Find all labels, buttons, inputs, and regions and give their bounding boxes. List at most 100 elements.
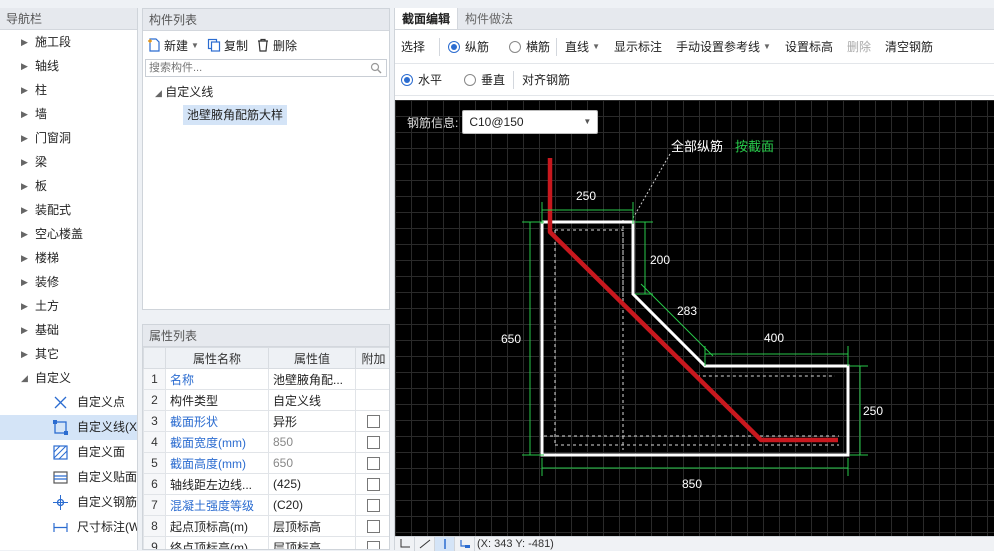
table-row[interactable]: 9 终点顶标高(m) 层顶标高 [143,536,389,549]
nav-subitem[interactable]: 自定义钢筋 [0,490,137,515]
nav-item-label: 柱 [35,83,48,97]
show-label-button[interactable]: 显示标注 [614,38,662,55]
delete-button[interactable]: 删除 [256,37,297,54]
nav-subitem[interactable]: 自定义贴面 [0,465,137,490]
nav-item[interactable]: ▶ 装修 [0,270,137,294]
nav-item[interactable]: ▶ 施工段 [0,30,137,54]
property-extra[interactable] [355,410,389,432]
nav-item[interactable]: ▶ 梁 [0,150,137,174]
table-row[interactable]: 4 截面宽度(mm) 850 [143,431,389,453]
copy-icon [207,38,221,52]
radio-vertical[interactable]: 垂直 [464,71,505,88]
property-value[interactable]: 池壁腋角配... [268,368,356,390]
row-number: 8 [143,515,166,537]
property-name: 截面形状 [165,410,269,432]
property-value[interactable]: 自定义线 [268,389,356,411]
nav-subitem-label: 自定义贴面 [77,470,137,484]
radio-horizontal[interactable]: 水平 [401,71,442,88]
nav-item[interactable]: ▶ 柱 [0,78,137,102]
nav-item[interactable]: ▶ 板 [0,174,137,198]
new-button[interactable]: 新建 ▼ [147,37,199,54]
nav-item[interactable]: ▶ 门窗洞 [0,126,137,150]
checkbox[interactable] [367,541,380,549]
nav-subitem[interactable]: 自定义线(X [0,415,137,440]
property-value[interactable]: 层顶标高 [268,536,356,549]
line-dropdown[interactable]: 直线 ▼ [565,38,600,55]
nav-item-label: 装修 [35,275,60,289]
nav-item[interactable]: ▶ 基础 [0,318,137,342]
tree-node-selected[interactable]: 池壁腋角配筋大样 [183,105,288,125]
component-search[interactable] [145,59,387,77]
column-header: 属性名称 [165,347,269,369]
property-value[interactable]: 850 [268,431,356,453]
copy-button[interactable]: 复制 [207,37,248,54]
property-extra [355,389,389,411]
radio-transverse[interactable]: 横筋 [509,38,550,55]
property-value[interactable]: (425) [268,473,356,495]
drawing-canvas[interactable]: 钢筋信息: C10@150 ▼ 全部纵筋 按截面 250 200 283 400… [395,100,994,536]
nav-item[interactable]: ▶ 装配式 [0,198,137,222]
chevron-right-icon: ▶ [21,157,28,167]
search-input[interactable] [146,60,346,76]
search-icon [370,62,382,74]
nav-item[interactable]: ▶ 轴线 [0,54,137,78]
radio-longitudinal[interactable]: 纵筋 [448,38,489,55]
align-rebar-button[interactable]: 对齐钢筋 [522,71,570,88]
nav-subitem[interactable]: 自定义面 [0,440,137,465]
nav-item[interactable]: ▶ 墙 [0,102,137,126]
property-extra[interactable] [355,473,389,495]
dim-label-bottom: 850 [682,477,702,491]
chevron-right-icon: ▶ [21,301,28,311]
tree-node-custom-line[interactable]: ◢ 自定义线 [143,81,389,103]
property-value[interactable]: 层顶标高 [268,515,356,537]
checkbox[interactable] [367,436,380,450]
table-row[interactable]: 7 混凝土强度等级 (C20) [143,494,389,516]
section-editor: 截面编辑 构件做法 选择 纵筋 横筋 直线 ▼ 显示标注 手动设置参考线 ▼ 设置标… [394,8,994,551]
nav-item[interactable]: ▶ 土方 [0,294,137,318]
manual-ref-line-dropdown[interactable]: 手动设置参考线 ▼ [676,38,771,55]
nav-item[interactable]: ▶ 空心楼盖 [0,222,137,246]
checkbox[interactable] [367,520,380,534]
clear-rebar-button[interactable]: 清空钢筋 [885,38,933,55]
chevron-right-icon: ▶ [21,133,28,143]
set-elevation-button[interactable]: 设置标高 [785,38,833,55]
annotation-by-section[interactable]: 按截面 [735,139,774,154]
table-row[interactable]: 6 轴线距左边线... (425) [143,473,389,495]
property-value[interactable]: 异形 [268,410,356,432]
dim-label-right-mid: 400 [764,331,784,345]
nav-item[interactable]: ▶ 其它 [0,342,137,366]
select-button[interactable]: 选择 [401,38,425,55]
chevron-right-icon: ▶ [21,349,28,359]
checkbox[interactable] [367,457,380,471]
nav-title: 导航栏 [0,8,137,30]
table-row[interactable]: 8 起点顶标高(m) 层顶标高 [143,515,389,537]
property-extra[interactable] [355,452,389,474]
nav-subitem[interactable]: 自定义点 [0,390,137,415]
property-value[interactable]: (C20) [268,494,356,516]
slope-line-icon[interactable] [415,536,435,551]
table-row[interactable]: 5 截面高度(mm) 650 [143,452,389,474]
table-row[interactable]: 1 名称 池壁腋角配... [143,368,389,390]
delete-rebar-button[interactable]: 删除 [847,38,871,55]
property-extra[interactable] [355,536,389,549]
property-extra [355,368,389,390]
checkbox[interactable] [367,478,380,492]
property-extra[interactable] [355,494,389,516]
property-value[interactable]: 650 [268,452,356,474]
property-extra[interactable] [355,431,389,453]
vertical-line-icon[interactable] [435,536,455,551]
table-row[interactable]: 2 构件类型 自定义线 [143,389,389,411]
tab-section-edit[interactable]: 截面编辑 [395,8,459,29]
nav-subitem[interactable]: 尺寸标注(W [0,515,137,540]
checkbox[interactable] [367,415,380,429]
checkbox[interactable] [367,499,380,513]
ortho-mode-icon[interactable] [395,536,415,551]
insert-point-icon[interactable] [455,536,475,551]
property-extra[interactable] [355,515,389,537]
tab-component-method[interactable]: 构件做法 [458,8,520,29]
table-row[interactable]: 3 截面形状 异形 [143,410,389,432]
nav-item[interactable]: ▶ 楼梯 [0,246,137,270]
nav-item-label: 土方 [35,299,60,313]
row-number: 6 [143,473,166,495]
nav-item-custom[interactable]: ◢ 自定义 [0,366,137,390]
